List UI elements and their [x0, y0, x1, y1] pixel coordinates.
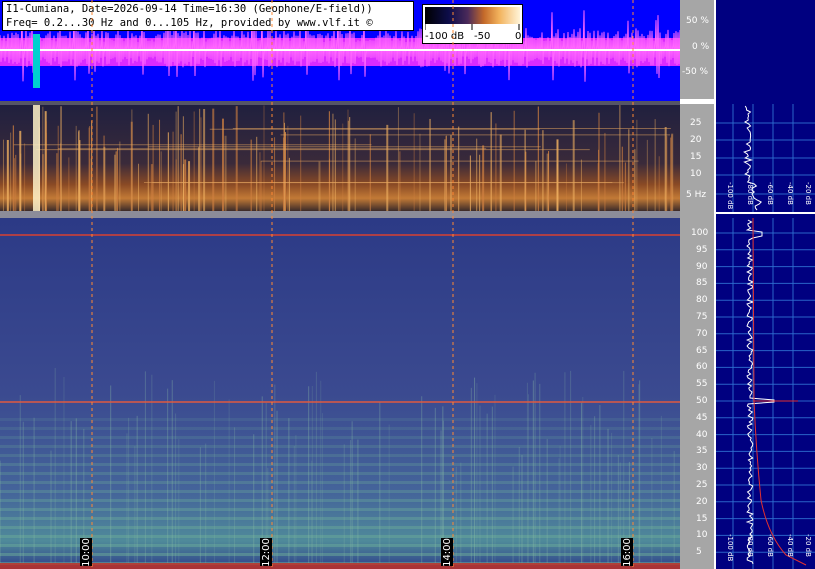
waveform-tick-50: 50 %: [686, 16, 709, 26]
time-label-10: 10:00: [80, 537, 92, 567]
time-label-16: 16:00: [621, 537, 633, 567]
efield-tick-20: 20: [696, 496, 708, 507]
spectrum-plots: [716, 104, 815, 569]
efield-tick-35: 35: [696, 446, 708, 457]
geophone-axis: 25 20 15 10 5 Hz: [680, 104, 714, 214]
efield-tick-100: 100: [691, 228, 709, 238]
efield-tick-45: 45: [696, 412, 708, 423]
spec-bot-lbl-100: -100 dB: [726, 534, 734, 562]
efield-tick-80: 80: [696, 295, 708, 306]
geo-tick-20: 20: [690, 135, 702, 145]
spec-top-lbl-60: -60 dB: [766, 182, 774, 205]
spec-top-lbl-20: -20 dB: [804, 182, 812, 205]
efield-tick-10: 10: [696, 530, 708, 541]
efield-tick-40: 40: [696, 429, 708, 440]
efield-tick-90: 90: [696, 261, 708, 272]
efield-tick-85: 85: [696, 278, 708, 289]
spec-top-lbl-100: -100 dB: [726, 182, 734, 210]
geo-tick-25: 25: [690, 118, 702, 128]
efield-axis: 100 95 90 85 80 75 70 65 60 55 50 45 40 35 30 25 20 15 10 5: [680, 214, 714, 569]
spec-bot-lbl-80: -80 dB: [746, 534, 754, 557]
geo-tick-5hz: 5 Hz: [686, 190, 707, 200]
efield-tick-75: 75: [696, 312, 708, 322]
spectrum-panel: -100 dB -80 dB -60 dB -40 dB -20 dB -100…: [716, 0, 815, 569]
vlf-monitor-view: I1-Cumiana, Date=2026-09-14 Time=16:30 (…: [0, 0, 815, 569]
geo-tick-15: 15: [690, 152, 702, 162]
efield-tick-60: 60: [696, 362, 708, 373]
spec-bot-lbl-60: -60 dB: [766, 534, 774, 557]
spec-top-lbl-80: -80 dB: [746, 182, 754, 205]
time-marker-lines: [91, 0, 634, 569]
efield-tick-5: 5: [696, 547, 702, 558]
efield-tick-30: 30: [696, 463, 708, 474]
efield-tick-50: 50: [696, 396, 708, 406]
time-label-14: 14:00: [441, 537, 453, 567]
waveform-axis: 50 % 0 % -50 %: [680, 0, 714, 104]
spec-bot-lbl-40: -40 dB: [786, 534, 794, 557]
spec-top-lbl-40: -40 dB: [786, 182, 794, 205]
efield-tick-25: 25: [696, 480, 708, 490]
time-label-12: 12:00: [260, 537, 272, 567]
efield-tick-95: 95: [696, 244, 708, 255]
efield-tick-55: 55: [696, 379, 708, 390]
efield-tick-65: 65: [696, 345, 708, 356]
spec-bot-lbl-20: -20 dB: [804, 534, 812, 557]
geo-tick-10: 10: [690, 169, 702, 179]
waveform-tick-neg50: -50 %: [682, 67, 709, 77]
efield-tick-15: 15: [696, 513, 708, 524]
efield-tick-70: 70: [696, 328, 708, 339]
waveform-tick-0: 0 %: [692, 42, 710, 52]
